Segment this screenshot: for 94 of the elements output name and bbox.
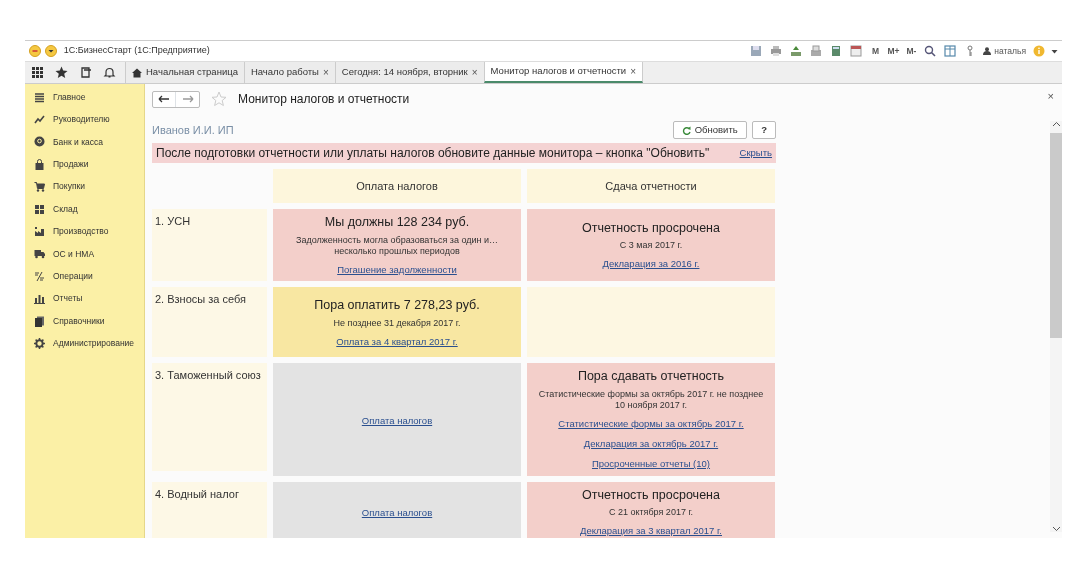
status-heading: Мы должны 128 234 руб. [324,214,470,231]
sidebar-item[interactable]: Главное [25,86,144,109]
sidebar-item[interactable]: Справочники [25,309,144,333]
bar-chart-icon [34,293,45,305]
report-link[interactable]: Декларация за октябрь 2017 г. [583,437,719,452]
sidebar-item[interactable]: Покупки [25,175,144,198]
logo-icon [29,45,41,57]
panel-icon[interactable] [944,45,957,57]
tab-label: Начальная страница [146,65,238,80]
cart-icon [34,181,45,193]
sidebar-item[interactable]: ОС и НМА [25,242,144,266]
row-label: 3. Таможенный союз [152,363,267,472]
column-header: Оплата налогов [273,169,521,203]
row-label: 2. Взносы за себя [152,287,267,358]
report-link[interactable]: Декларация за 3 квартал 2017 г. [580,524,722,538]
bell-icon[interactable] [102,66,116,79]
grid-icon [34,203,45,215]
scrollbar[interactable] [1050,121,1062,532]
refresh-icon [681,125,691,135]
sidebar-item[interactable]: Руководителю [25,108,144,131]
close-icon[interactable]: × [471,65,478,80]
scroll-up-icon[interactable] [1051,121,1061,127]
report-link[interactable]: Оплата за 4 квартал 2017 г. [336,334,458,349]
books-icon [34,315,45,327]
report-link[interactable]: Оплата налогов [361,413,433,428]
status-text: Задолженность могла образоваться за один и… несколько прошлых периодов [294,234,500,258]
window-title: 1С:БизнесСтарт (1С:Предприятие) [63,44,210,58]
copy-icon[interactable] [78,66,92,79]
sidebar-item[interactable]: Отчеты [25,287,144,310]
home-icon [132,67,142,78]
column-header: Сдача отчетности [527,169,775,203]
sidebar-item[interactable]: Операции [25,265,144,288]
save-icon[interactable] [750,45,763,57]
user-button[interactable]: наталья [982,44,1027,58]
memory-button[interactable]: M+ [886,44,901,58]
hide-link[interactable]: Скрыть [739,145,772,161]
close-icon[interactable]: × [1047,88,1054,105]
tab-label: Монитор налогов и отчетности [490,64,627,79]
status-heading: Пора оплатить 7 278,23 руб. [314,296,480,314]
report-link[interactable]: Просроченные отчеты (10) [591,457,710,472]
status-heading: Пора сдавать отчетность [577,368,725,386]
calendar-icon[interactable] [850,45,863,57]
user-icon [983,47,992,55]
caret-icon[interactable] [1051,47,1058,55]
bag-icon [34,158,45,170]
status-heading: Отчетность просрочена [582,219,720,237]
organization-name: Иванов И.И. ИП [152,122,234,138]
truck-icon [34,248,45,260]
report-link[interactable]: Оплата налогов [361,506,433,521]
coin-icon [34,136,45,148]
tab[interactable]: Монитор налогов и отчетности × [483,62,643,83]
status-text: С 21 октября 2017 г. [608,507,694,519]
trend-icon [34,114,45,126]
close-icon[interactable]: × [322,65,329,80]
calculator-icon[interactable] [830,45,843,57]
menu-icon [34,91,45,103]
scroll-down-icon[interactable] [1051,526,1061,532]
sidebar-item[interactable]: Администрирование [25,332,144,355]
sidebar-item[interactable]: Банк и касса [25,130,144,154]
notice-text: После подготовки отчетности или уплаты налогов обновите данные монитора – кнопка "Обновить" [156,145,710,162]
status-text: Статистические формы за октябрь 2017 г. не позднее 10 ноября 2017 г. [537,389,765,412]
tab-label: Сегодня: 14 ноября, вторник [341,65,468,80]
apps-icon[interactable] [30,66,44,79]
memory-button[interactable]: M [868,44,883,58]
report-link[interactable]: Погашение задолженности [337,263,457,278]
forward-arrow-icon[interactable] [181,95,194,103]
settings-icon [34,338,45,349]
status-text: С 3 мая 2017 г. [619,240,683,252]
form-title: Монитор налогов и отчетности [238,91,410,108]
upload-icon[interactable] [790,45,803,57]
help-button[interactable]: ? [752,121,776,139]
scanner-icon[interactable] [810,45,823,57]
report-link[interactable]: Статистические формы за октябрь 2017 г. [558,417,744,432]
close-icon[interactable]: × [630,64,636,79]
factory-icon [34,226,45,238]
search-icon[interactable] [924,45,937,57]
operations-icon [34,270,45,282]
status-text: Не позднее 31 декабря 2017 г. [333,317,461,329]
sidebar-item[interactable]: Продажи [25,153,144,176]
report-link[interactable]: Декларация за 2016 г. [602,257,700,272]
memory-button[interactable]: M- [904,44,919,58]
status-heading: Отчетность просрочена [582,486,720,504]
scroll-thumb[interactable] [1050,133,1062,338]
print-icon[interactable] [770,45,783,57]
back-arrow-icon[interactable] [158,95,170,103]
sidebar-item[interactable]: Склад [25,197,144,221]
row-label: 1. УСН [152,209,267,281]
sidebar-item[interactable]: Производство [25,220,144,243]
star-icon[interactable] [211,91,227,107]
tab-label: Начало работы [250,65,319,80]
star-icon[interactable] [54,66,68,79]
row-label: 4. Водный налог [152,481,267,538]
menu-button-icon[interactable] [45,45,57,57]
refresh-button[interactable]: Обновить [672,121,747,139]
